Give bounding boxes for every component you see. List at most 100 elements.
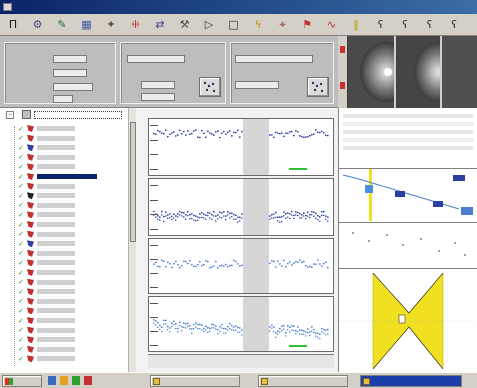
tree-item[interactable]: ✓	[18, 124, 75, 133]
target-icon[interactable]: ⌖	[276, 18, 290, 32]
tree-item[interactable]: ✓	[18, 316, 75, 325]
stop-icon[interactable]: □	[227, 18, 241, 32]
check-icon[interactable]: ✓	[18, 211, 25, 219]
data-point	[221, 327, 223, 329]
arrows-icon[interactable]: ⇄	[153, 18, 167, 32]
check-icon[interactable]: ✓	[18, 153, 25, 161]
field-2[interactable]	[53, 69, 87, 77]
tree-item[interactable]: ✓	[18, 182, 75, 191]
field-1[interactable]	[53, 55, 87, 63]
tree-item[interactable]: ✓	[18, 345, 75, 354]
scan-icon[interactable]: ∿	[325, 18, 339, 32]
tree-item[interactable]: ✓	[18, 326, 75, 335]
check-icon[interactable]: ✓	[18, 144, 25, 152]
glyph4-icon[interactable]: ʕ	[447, 18, 461, 32]
plot-2[interactable]	[148, 178, 334, 236]
tree-item[interactable]: ✓	[18, 220, 75, 229]
check-icon[interactable]: ✓	[18, 355, 25, 363]
check-icon[interactable]: ✓	[18, 288, 25, 296]
app-icon[interactable]	[84, 376, 92, 385]
field-8[interactable]	[235, 55, 313, 63]
task-button[interactable]	[150, 375, 240, 387]
tree-item[interactable]: ✓	[18, 134, 75, 143]
start-button[interactable]	[2, 375, 42, 387]
bars-icon[interactable]: ‖	[349, 18, 363, 32]
check-icon[interactable]: ✓	[18, 125, 25, 133]
field-3[interactable]	[53, 83, 93, 91]
field-5[interactable]	[127, 55, 185, 63]
glyph1-icon[interactable]: ʕ	[374, 18, 388, 32]
tool2-icon[interactable]: ⚒	[178, 18, 192, 32]
tree-item[interactable]: ✓	[18, 230, 75, 239]
tree-item[interactable]: ✓	[18, 153, 75, 162]
check-icon[interactable]: ✓	[18, 326, 25, 334]
tree-item[interactable]: ✓	[18, 210, 75, 219]
check-icon[interactable]: ✓	[18, 269, 25, 277]
desktop-icon[interactable]	[48, 376, 56, 385]
field-9[interactable]	[235, 81, 279, 89]
check-icon[interactable]: ✓	[18, 307, 25, 315]
glyph3-icon[interactable]: ʕ	[423, 18, 437, 32]
image-viewer[interactable]	[338, 36, 477, 108]
collapse-toggle[interactable]: −	[6, 111, 14, 119]
tree-item[interactable]: ✓	[18, 335, 75, 344]
check-icon[interactable]: ✓	[18, 192, 25, 200]
tool-icon[interactable]: ✎	[55, 18, 69, 32]
glyph2-icon[interactable]: ʕ	[398, 18, 412, 32]
tree-item[interactable]: ✓	[18, 201, 75, 210]
check-icon[interactable]: ✓	[18, 297, 25, 305]
chart-icon[interactable]: ▦	[80, 18, 94, 32]
play-icon[interactable]: ▷	[202, 18, 216, 32]
check-icon[interactable]: ✓	[18, 336, 25, 344]
tree-item[interactable]: ✓	[18, 258, 75, 267]
tree-item[interactable]: ✓	[18, 306, 75, 315]
density-plot[interactable]	[339, 268, 477, 372]
tree-item[interactable]: ✓	[18, 172, 97, 181]
field-6[interactable]	[141, 81, 175, 89]
check-icon[interactable]: ✓	[18, 182, 25, 190]
check-icon[interactable]: ✓	[18, 240, 25, 248]
check-icon[interactable]: ✓	[18, 201, 25, 209]
settings-icon[interactable]: ⚙	[31, 18, 45, 32]
tree-root[interactable]	[34, 111, 122, 119]
calibrate-button[interactable]	[199, 77, 221, 97]
tree-item[interactable]: ✓	[18, 354, 75, 363]
lightning-icon[interactable]: ϟ	[251, 18, 265, 32]
check-icon[interactable]: ✓	[18, 221, 25, 229]
tree-scrollbar[interactable]	[128, 108, 136, 372]
pi-icon[interactable]: Π	[6, 18, 20, 32]
check-icon[interactable]: ✓	[18, 134, 25, 142]
check-icon[interactable]: ✓	[18, 345, 25, 353]
tree-item[interactable]: ✓	[18, 297, 75, 306]
task-button[interactable]	[258, 375, 348, 387]
app-icon[interactable]	[72, 376, 80, 385]
folder-icon[interactable]	[60, 376, 68, 385]
check-icon[interactable]: ✓	[18, 230, 25, 238]
tree-item[interactable]: ✓	[18, 162, 75, 171]
check-icon[interactable]: ✓	[18, 163, 25, 171]
tree-item[interactable]: ✓	[18, 268, 75, 277]
plot-3[interactable]	[148, 238, 334, 294]
wand-icon[interactable]: ✦	[104, 18, 118, 32]
tree-item[interactable]: ✓	[18, 143, 75, 152]
field-7[interactable]	[141, 93, 175, 101]
check-icon[interactable]: ✓	[18, 259, 25, 267]
check-icon[interactable]: ✓	[18, 249, 25, 257]
check-icon[interactable]: ✓	[18, 173, 25, 181]
check-icon[interactable]: ✓	[18, 317, 25, 325]
scatter-plot-2[interactable]	[339, 222, 477, 266]
tree-item[interactable]: ✓	[18, 278, 75, 287]
field-4[interactable]	[53, 95, 73, 103]
tree-item[interactable]: ✓	[18, 239, 75, 248]
plot-1[interactable]	[148, 118, 334, 176]
flag-icon[interactable]: ⚑	[300, 18, 314, 32]
scatter-plot[interactable]	[339, 168, 477, 221]
tree-item[interactable]: ✓	[18, 191, 75, 200]
tree-item[interactable]: ✓	[18, 287, 75, 296]
task-button-active[interactable]	[360, 375, 462, 387]
plot-4[interactable]	[148, 296, 334, 352]
calibrate-button-2[interactable]	[307, 77, 329, 97]
tree-item[interactable]: ✓	[18, 249, 75, 258]
grid-icon[interactable]: ⁜	[129, 18, 143, 32]
check-icon[interactable]: ✓	[18, 278, 25, 286]
